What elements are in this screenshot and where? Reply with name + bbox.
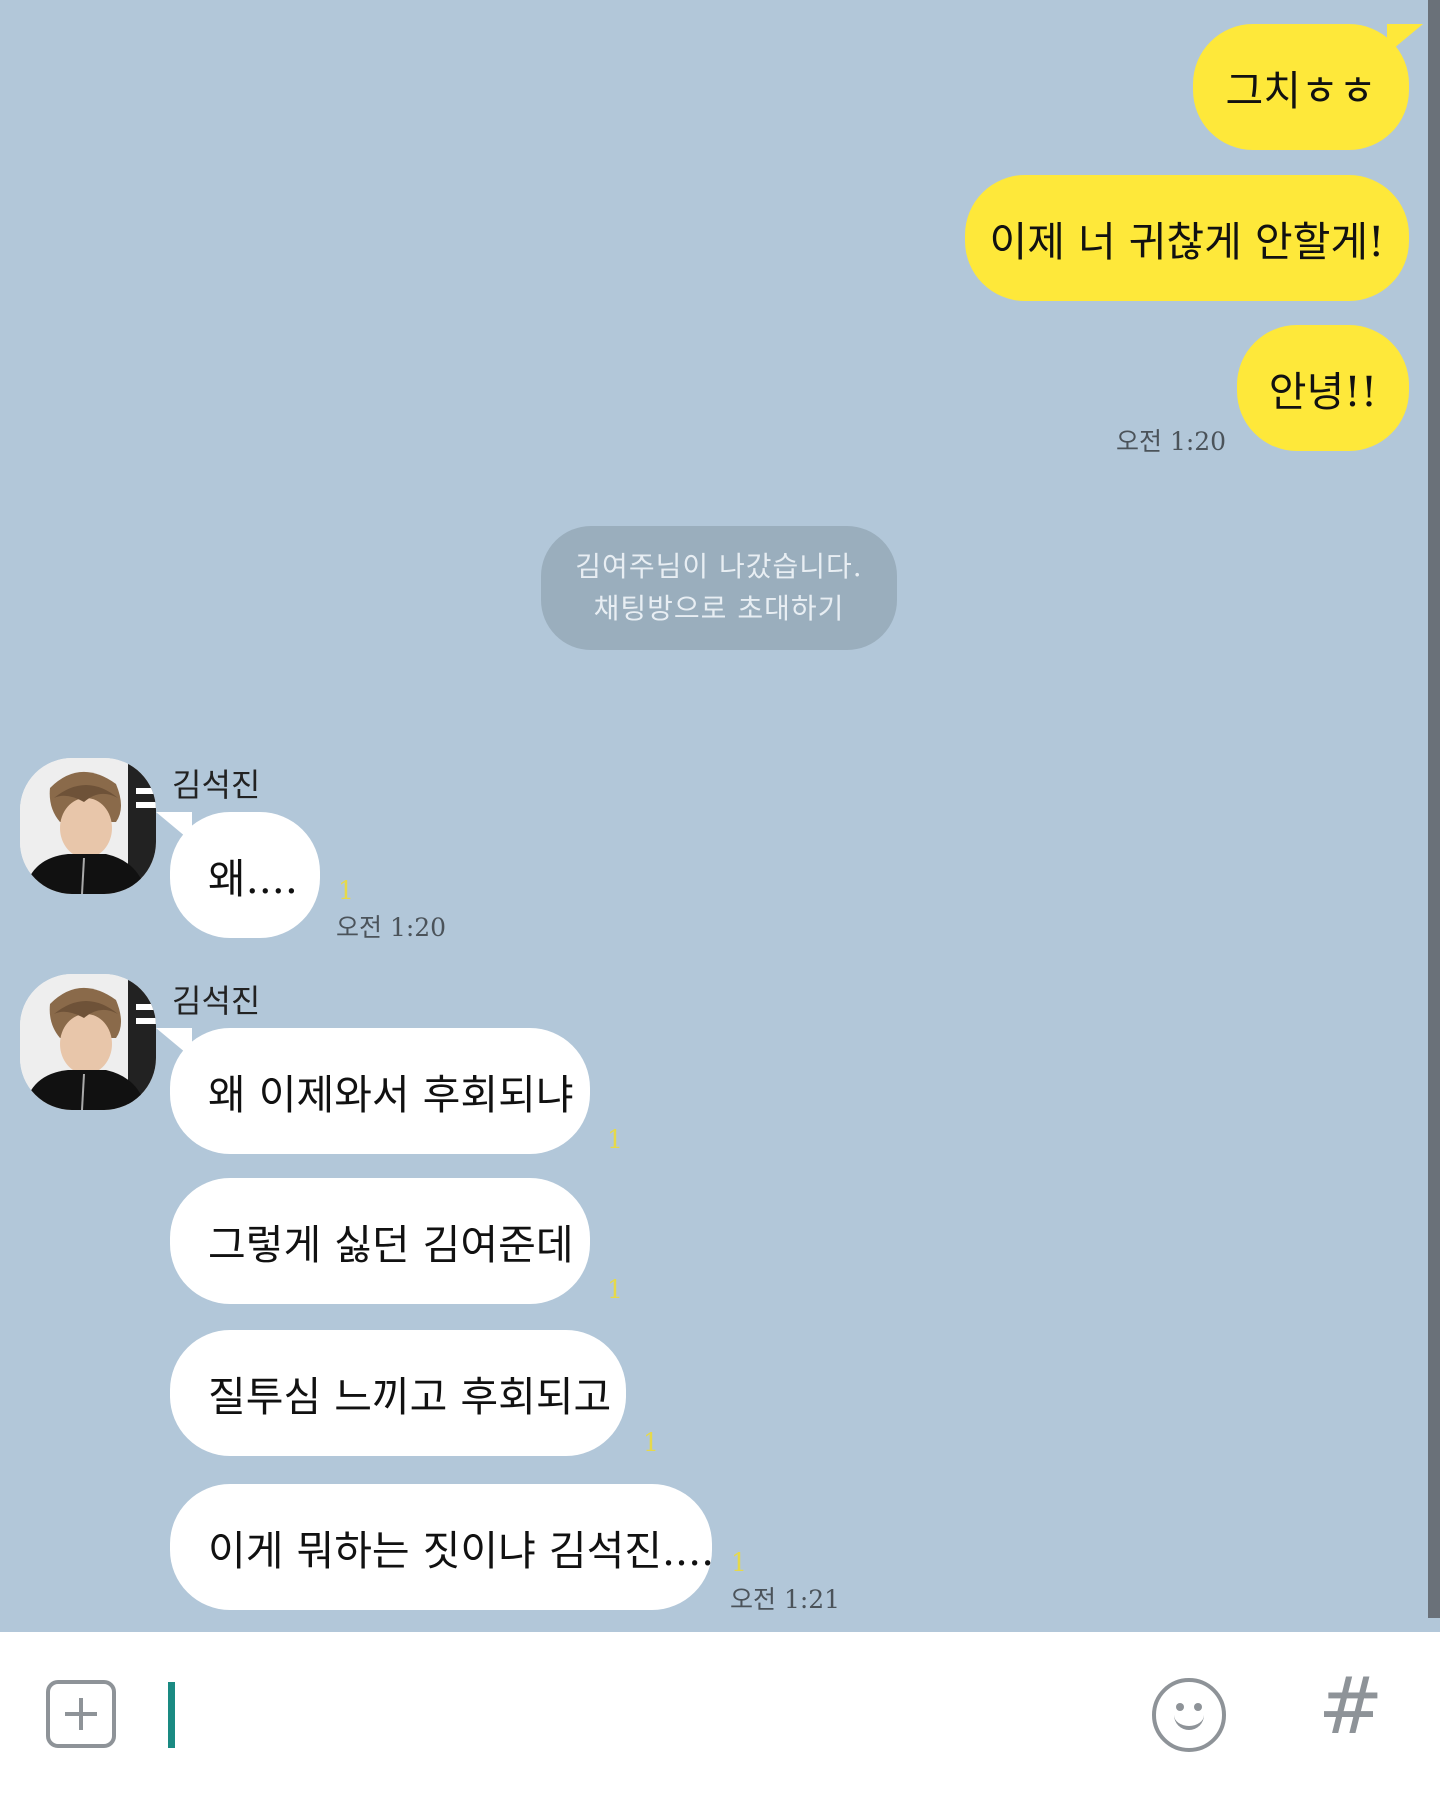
scrollbar[interactable] [1428,0,1440,1618]
unread-count: 1 [731,1548,747,1577]
my-message-bubble[interactable]: 안녕!! [1237,325,1409,451]
message-text: 이제 너 귀찮게 안할게! [989,218,1385,266]
message-text: 그렇게 싫던 김여준데 [208,1221,574,1269]
message-time: 오전 1:21 [730,1585,841,1614]
avatar[interactable] [20,974,156,1110]
their-message-bubble[interactable]: 왜.... [156,812,320,938]
plus-square-icon[interactable] [46,1680,116,1748]
my-message-bubble[interactable]: 그치ㅎㅎ [1193,24,1423,150]
message-text: 이게 뭐하는 짓이냐 김석진.... [208,1527,715,1575]
message-input-bar: # [0,1632,1440,1793]
message-text: 왜 이제와서 후회되냐 [208,1071,574,1119]
message-text: 그치ㅎㅎ [1225,67,1377,115]
profile-photo-icon [20,758,156,894]
their-message-bubble[interactable]: 질투심 느끼고 후회되고 [170,1330,626,1456]
text-input-cursor[interactable] [168,1682,175,1748]
bubble-tail [156,1028,192,1058]
unread-count: 1 [607,1275,623,1304]
message-time: 오전 1:20 [336,913,447,942]
message-text: 왜.... [208,855,298,903]
unread-count: 1 [338,876,354,905]
unread-count: 1 [643,1428,659,1457]
their-message-bubble[interactable]: 이게 뭐하는 짓이냐 김석진.... [170,1484,715,1610]
invite-to-chat-link[interactable]: 채팅방으로 초대하기 [541,588,897,630]
message-text: 질투심 느끼고 후회되고 [208,1373,612,1421]
plus-icon-bar [79,1698,83,1730]
system-notice-text: 김여주님이 나갔습니다. [575,550,863,583]
my-message-bubble[interactable]: 이제 너 귀찮게 안할게! [965,175,1409,301]
avatar[interactable] [20,758,156,894]
smiley-icon[interactable] [1152,1678,1226,1752]
their-message-bubble[interactable]: 왜 이제와서 후회되냐 [156,1028,590,1154]
sender-name: 김석진 [172,766,261,804]
bubble-tail [156,812,192,842]
profile-photo-icon [20,974,156,1110]
hash-button[interactable]: # [1318,1668,1383,1746]
their-message-bubble[interactable]: 그렇게 싫던 김여준데 [170,1178,590,1304]
system-notice[interactable]: 김여주님이 나갔습니다. 채팅방으로 초대하기 [541,526,897,650]
bubble-tail [1387,24,1423,54]
chat-area[interactable]: 그치ㅎㅎ 이제 너 귀찮게 안할게! 안녕!! 오전 1:20 김여주님이 나갔… [0,0,1440,1632]
message-text: 안녕!! [1268,368,1378,416]
message-time: 오전 1:20 [1116,427,1227,456]
sender-name: 김석진 [172,982,261,1020]
unread-count: 1 [607,1125,623,1154]
smiley-mouth [1174,1708,1204,1730]
